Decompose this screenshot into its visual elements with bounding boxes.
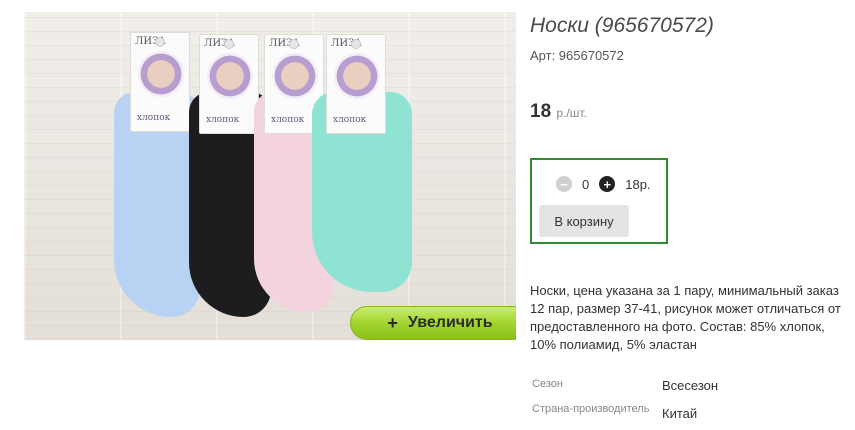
- product-title: Носки (965670572): [530, 14, 714, 37]
- card-caption: хлопок: [206, 115, 240, 125]
- zoom-button[interactable]: + Увеличить: [350, 306, 516, 340]
- sock-mint: ЛИЗА хлопок: [312, 34, 436, 324]
- label-card: ЛИЗА хлопок: [130, 32, 190, 132]
- property-row: Сезон Всесезон: [530, 378, 850, 393]
- price-unit: р./шт.: [556, 106, 587, 120]
- product-properties: Сезон Всесезон Страна-производитель Кита…: [530, 378, 850, 430]
- card-hole: [155, 37, 165, 47]
- property-row: Страна-производитель Китай: [530, 403, 850, 421]
- plus-icon[interactable]: +: [599, 176, 616, 192]
- card-hole: [224, 39, 234, 49]
- property-key: Сезон: [532, 378, 563, 390]
- product-photo[interactable]: ЛИЗА хлопок ЛИЗА хлопок ЛИЗА хлопок ЛИЗА: [24, 12, 516, 340]
- label-card: ЛИЗА хлопок: [326, 34, 386, 134]
- card-portrait: [272, 53, 318, 99]
- product-sku: Арт: 965670572: [530, 48, 624, 63]
- quantity-value: 0: [582, 176, 590, 192]
- quantity-stepper: − 0 + 18р.: [556, 176, 651, 192]
- card-hole: [289, 39, 299, 49]
- label-card: ЛИЗА хлопок: [199, 34, 259, 134]
- minus-icon[interactable]: −: [556, 176, 572, 192]
- add-to-cart-button[interactable]: В корзину: [539, 205, 629, 237]
- cart-box: − 0 + 18р. В корзину: [530, 158, 668, 244]
- property-key: Страна-производитель: [532, 403, 650, 415]
- product-price: 18 р./шт.: [530, 101, 587, 123]
- plus-icon: +: [387, 312, 398, 333]
- price-value: 18: [530, 101, 552, 122]
- product-description: Носки, цена указана за 1 пару, минимальн…: [530, 283, 841, 352]
- card-hole: [351, 39, 361, 49]
- card-portrait: [334, 53, 380, 99]
- card-portrait: [138, 51, 184, 97]
- card-caption: хлопок: [333, 115, 367, 125]
- card-portrait: [207, 53, 253, 99]
- property-value: Всесезон: [662, 378, 719, 393]
- card-caption: хлопок: [271, 115, 305, 125]
- property-value: Китай: [662, 406, 698, 421]
- cart-total: 18р.: [625, 176, 651, 192]
- zoom-label: Увеличить: [407, 314, 493, 331]
- card-caption: хлопок: [137, 113, 171, 123]
